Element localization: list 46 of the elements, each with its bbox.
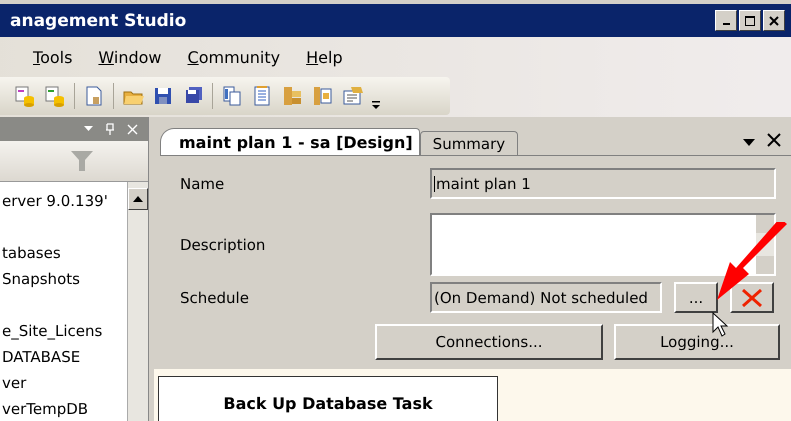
- maximize-icon: [744, 14, 756, 26]
- description-field[interactable]: [430, 213, 776, 276]
- tree-item[interactable]: tabases: [0, 243, 127, 269]
- close-button[interactable]: [763, 10, 785, 31]
- copy-icon[interactable]: [221, 85, 243, 107]
- save-icon[interactable]: [152, 85, 174, 107]
- delete-icon: [740, 288, 764, 308]
- window-title: anagement Studio: [9, 10, 186, 30]
- scroll-up-icon[interactable]: [133, 196, 143, 202]
- dropdown-icon[interactable]: [743, 139, 755, 147]
- field-label: Schedule: [179, 288, 250, 306]
- maximize-button[interactable]: [739, 10, 761, 31]
- arrow-icon: [715, 222, 790, 302]
- menu-item[interactable]: Window: [98, 48, 162, 66]
- task-title: Back Up Database Task: [223, 394, 433, 415]
- minimize-icon: [722, 22, 730, 24]
- field-label: Name: [179, 174, 226, 192]
- connections-button[interactable]: Connections...: [375, 324, 603, 360]
- tree-item[interactable]: erver 9.0.139': [0, 191, 127, 217]
- overflow-icon[interactable]: [371, 98, 381, 112]
- form-icon[interactable]: [341, 85, 363, 107]
- database-icon[interactable]: [44, 85, 66, 107]
- close-icon[interactable]: [767, 133, 781, 147]
- tree-item[interactable]: Snapshots: [0, 269, 127, 295]
- tree-item[interactable]: DATABASE: [0, 347, 127, 373]
- close-icon: [768, 14, 780, 26]
- tree-item[interactable]: verTempDB: [0, 399, 127, 421]
- menu-item[interactable]: Help: [306, 48, 343, 66]
- task-box[interactable]: Back Up Database Task: [158, 376, 498, 421]
- minimize-button[interactable]: [715, 10, 737, 31]
- tree-item[interactable]: ver: [0, 373, 127, 399]
- name-field[interactable]: maint plan 1: [430, 168, 776, 199]
- remove-schedule-button[interactable]: [730, 282, 774, 313]
- database-icon[interactable]: [14, 85, 36, 107]
- tab[interactable]: Summary: [420, 131, 518, 155]
- scrollbar[interactable]: [127, 182, 148, 421]
- hierarchy-icon[interactable]: [311, 85, 333, 107]
- schedule-field[interactable]: (On Demand) Not scheduled: [430, 282, 662, 313]
- tree-item[interactable]: e_Site_Licens: [0, 321, 127, 347]
- logging-button[interactable]: Logging...: [614, 324, 780, 360]
- browse-button[interactable]: ...: [674, 282, 718, 313]
- menu-item[interactable]: Tools: [33, 48, 72, 66]
- tab[interactable]: maint plan 1 - sa [Design]: [160, 128, 420, 155]
- field-label: Description: [179, 236, 266, 254]
- menu-item[interactable]: Community: [188, 48, 280, 66]
- pin-icon[interactable]: [105, 122, 115, 136]
